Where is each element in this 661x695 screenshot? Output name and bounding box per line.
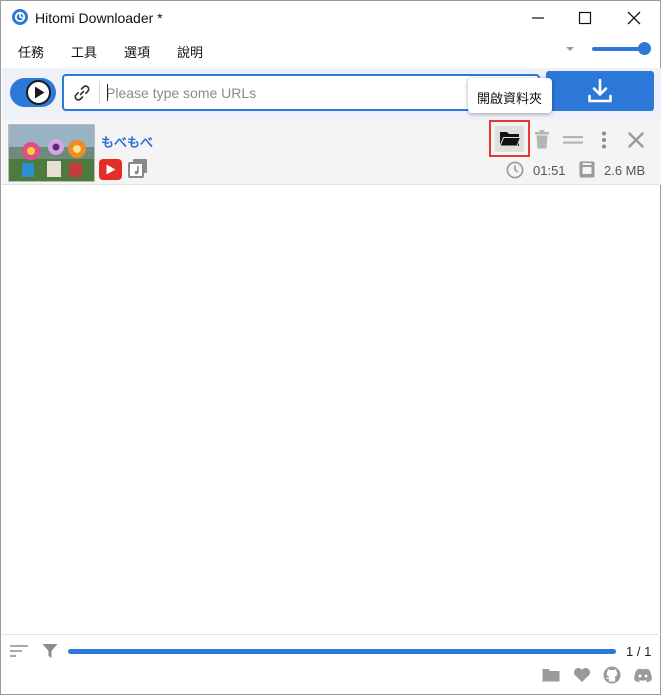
download-icon: [588, 78, 612, 103]
filter-icon[interactable]: [42, 643, 58, 659]
footer-divider: [2, 634, 661, 635]
media-icon: [128, 159, 147, 178]
menu-help[interactable]: 說明: [177, 42, 203, 61]
tooltip: 開啟資料夾: [468, 78, 552, 113]
play-button[interactable]: [26, 80, 51, 105]
play-icon: [35, 86, 45, 99]
menu-bar: 任務 工具 選項 說明: [1, 37, 660, 63]
volume-dropdown-arrow-icon[interactable]: [566, 47, 574, 51]
download-button[interactable]: [546, 71, 654, 111]
page-indicator: 1 / 1: [626, 644, 652, 659]
tooltip-text: 開啟資料夾: [477, 91, 543, 106]
minimize-icon: [532, 17, 544, 19]
clock-icon: [506, 161, 524, 179]
maximize-button[interactable]: [562, 1, 608, 34]
minimize-button[interactable]: [515, 1, 561, 34]
delete-icon[interactable]: [534, 130, 550, 149]
maximize-icon: [578, 11, 592, 25]
link-icon: [74, 85, 90, 101]
task-title[interactable]: もべもべ: [101, 132, 153, 151]
close-window-button[interactable]: [611, 1, 657, 34]
app-logo-icon: [12, 9, 28, 25]
volume-slider[interactable]: [592, 47, 644, 51]
url-input[interactable]: [106, 83, 526, 103]
window-title: Hitomi Downloader *: [35, 10, 163, 26]
thumbnail-image: [9, 125, 94, 181]
overall-progress-bar: [68, 649, 616, 654]
youtube-icon: [99, 159, 122, 180]
close-icon: [627, 11, 641, 25]
app-window: Hitomi Downloader * 任務 工具 選項 說明 Please t…: [0, 0, 661, 695]
text-caret: [107, 84, 108, 101]
volume-slider-thumb[interactable]: [638, 42, 651, 55]
file-size-icon: [579, 161, 595, 178]
drag-handle-icon[interactable]: [563, 135, 583, 145]
overall-progress-fill: [68, 649, 616, 654]
task-thumbnail[interactable]: [8, 124, 95, 182]
github-icon[interactable]: [603, 666, 621, 684]
menu-task[interactable]: 任務: [18, 42, 44, 61]
remove-task-icon[interactable]: [628, 132, 644, 148]
task-duration: 01:51: [533, 163, 566, 178]
menu-tools[interactable]: 工具: [71, 42, 97, 61]
more-icon[interactable]: [601, 131, 607, 149]
sort-icon[interactable]: [10, 644, 28, 658]
menu-options[interactable]: 選項: [124, 42, 150, 61]
task-size: 2.6 MB: [604, 163, 646, 178]
folder-icon[interactable]: [542, 668, 560, 682]
title-bar: Hitomi Downloader *: [1, 1, 660, 34]
heart-icon[interactable]: [573, 667, 591, 683]
open-folder-button[interactable]: [489, 120, 530, 157]
url-separator: [99, 81, 100, 104]
discord-icon[interactable]: [633, 668, 653, 683]
